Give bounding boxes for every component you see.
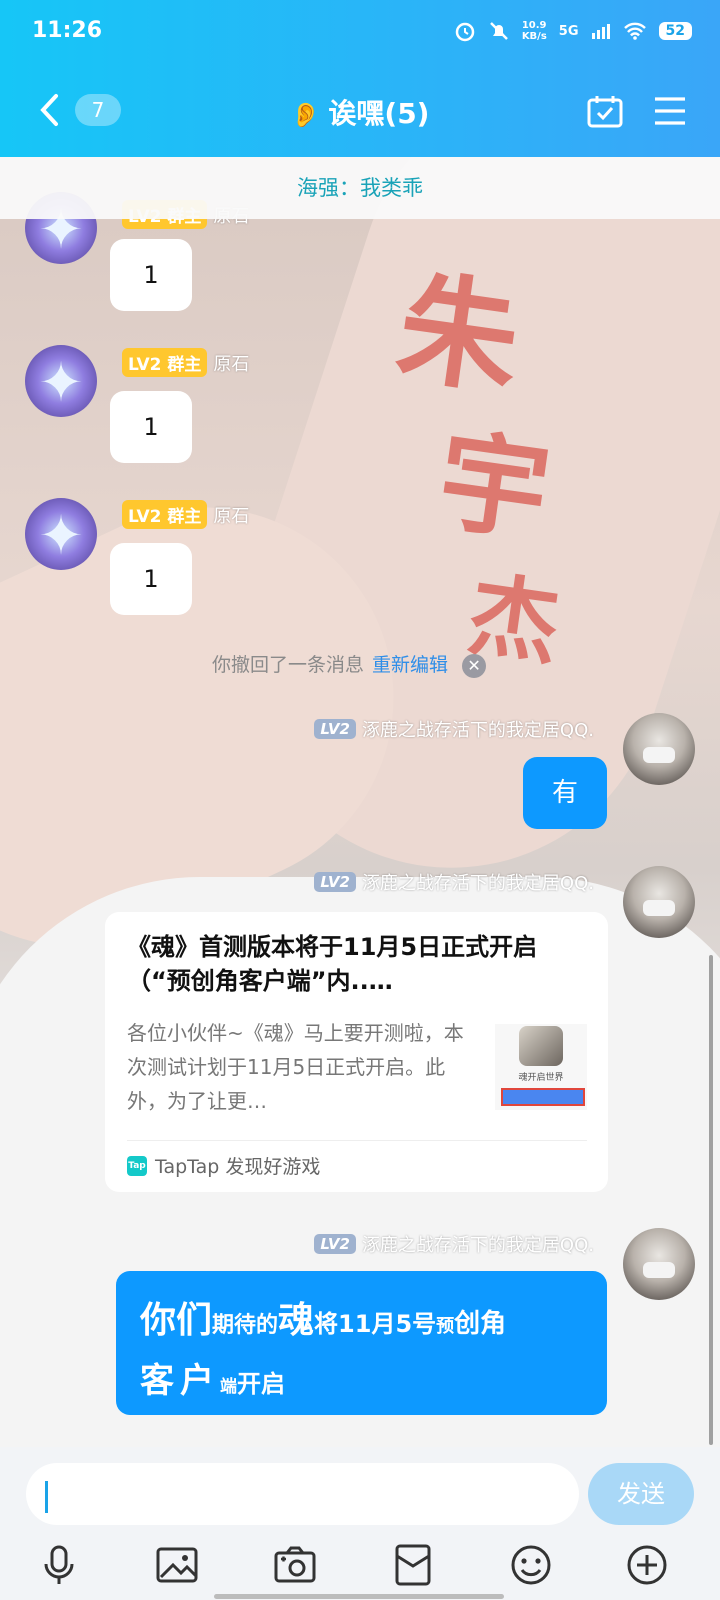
my-sender: LV2 涿鹿之战存活下的我定居QQ. (314, 869, 594, 895)
calendar-check-icon[interactable] (587, 94, 623, 128)
card-description: 各位小伙伴~《魂》马上要开测啦，本次测试计划于11月5日正式开启。此外，为了让更… (127, 1021, 464, 1113)
emoji-icon[interactable] (509, 1543, 553, 1587)
recall-text: 你撤回了一条消息 (212, 654, 365, 676)
image-icon[interactable] (155, 1543, 199, 1587)
my-avatar[interactable] (623, 866, 695, 938)
status-icons: 10.9 KB/s 5G 52 (454, 20, 692, 42)
signal-icon (591, 24, 610, 39)
home-indicator[interactable] (214, 1594, 504, 1599)
divider (127, 1140, 587, 1141)
owner-badge: LV2 群主 (122, 500, 208, 529)
sender-name: 涿鹿之战存活下的我定居QQ. (361, 720, 594, 741)
game-icon (519, 1026, 563, 1066)
rich-text-bubble[interactable]: 你们期待的魂将11月5号预创角 客户端开启 (116, 1271, 607, 1415)
card-thumbnail: 魂开启世界 (495, 1024, 587, 1110)
send-button[interactable]: 发送 (588, 1463, 694, 1525)
menu-icon[interactable] (653, 96, 687, 126)
message-bubble[interactable]: 1 (110, 239, 192, 311)
background-handwriting: 朱 (389, 256, 528, 413)
my-avatar[interactable] (623, 1228, 695, 1300)
text-caret (45, 1481, 48, 1513)
pinned-message-text: 海强：我类乖 (297, 176, 423, 200)
message-sender: LV2 群主 原石 (122, 500, 249, 529)
wifi-icon (623, 22, 646, 40)
my-message-bubble[interactable]: 有 (523, 757, 607, 829)
sender-name: 原石 (213, 353, 250, 375)
card-source-text: TapTap 发现好游戏 (155, 1156, 321, 1178)
recall-notice: 你撤回了一条消息 重新编辑 ✕ (212, 650, 487, 678)
message-input[interactable] (26, 1463, 579, 1525)
network-type: 5G (558, 23, 579, 39)
sender-name: 涿鹿之战存活下的我定居QQ. (361, 1235, 594, 1256)
top-bar: 11:26 10.9 KB/s 5G 52 7 👂 诶嘿(5) (0, 0, 720, 157)
plus-icon[interactable] (625, 1543, 669, 1587)
camera-icon[interactable] (273, 1543, 317, 1587)
rich-text-line-1: 你们期待的魂将11月5号预创角 (140, 1300, 507, 1341)
thumbnail-caption: 魂开启世界 (518, 1073, 564, 1083)
my-sender: LV2 涿鹿之战存活下的我定居QQ. (314, 1231, 594, 1257)
avatar[interactable] (25, 345, 97, 417)
microphone-icon[interactable] (37, 1543, 81, 1587)
shared-link-card[interactable]: 《魂》首测版本将于11月5日正式开启（“预创角客户端”内..… 各位小伙伴~《魂… (105, 912, 608, 1192)
scrollbar[interactable] (709, 955, 713, 1445)
level-badge: LV2 (314, 719, 356, 739)
input-area: 发送 (0, 1447, 720, 1600)
mute-icon (489, 22, 508, 40)
ear-icon: 👂 (290, 101, 321, 129)
sender-name: 原石 (213, 505, 250, 527)
level-badge: LV2 (314, 1234, 356, 1254)
re-edit-link[interactable]: 重新编辑 (372, 654, 448, 676)
battery-level: 52 (658, 22, 692, 40)
alarm-icon (455, 22, 475, 42)
taptap-icon: Tap (127, 1155, 147, 1176)
card-title: 《魂》首测版本将于11月5日正式开启（“预创角客户端”内..… (127, 933, 538, 995)
close-icon[interactable]: ✕ (462, 654, 487, 678)
pinned-message-bar[interactable]: 海强：我类乖 (0, 157, 720, 219)
message-bubble[interactable]: 1 (110, 391, 192, 463)
rich-text-line-2: 客户端开启 (140, 1361, 285, 1401)
avatar[interactable] (25, 498, 97, 570)
my-sender: LV2 涿鹿之战存活下的我定居QQ. (314, 716, 594, 742)
sender-name: 涿鹿之战存活下的我定居QQ. (361, 873, 594, 894)
my-avatar[interactable] (623, 713, 695, 785)
card-source: Tap TapTap 发现好游戏 (127, 1152, 320, 1179)
owner-badge: LV2 群主 (122, 348, 208, 377)
message-bubble[interactable]: 1 (110, 543, 192, 615)
net-speed: 10.9 KB/s (521, 20, 547, 42)
chat-title-text: 诶嘿(5) (328, 97, 430, 130)
level-badge: LV2 (314, 872, 356, 892)
thumbnail-button (501, 1088, 585, 1106)
input-toolbar (0, 1543, 720, 1593)
status-time: 11:26 (32, 18, 103, 43)
message-sender: LV2 群主 原石 (122, 348, 249, 377)
red-packet-icon[interactable] (391, 1543, 435, 1587)
